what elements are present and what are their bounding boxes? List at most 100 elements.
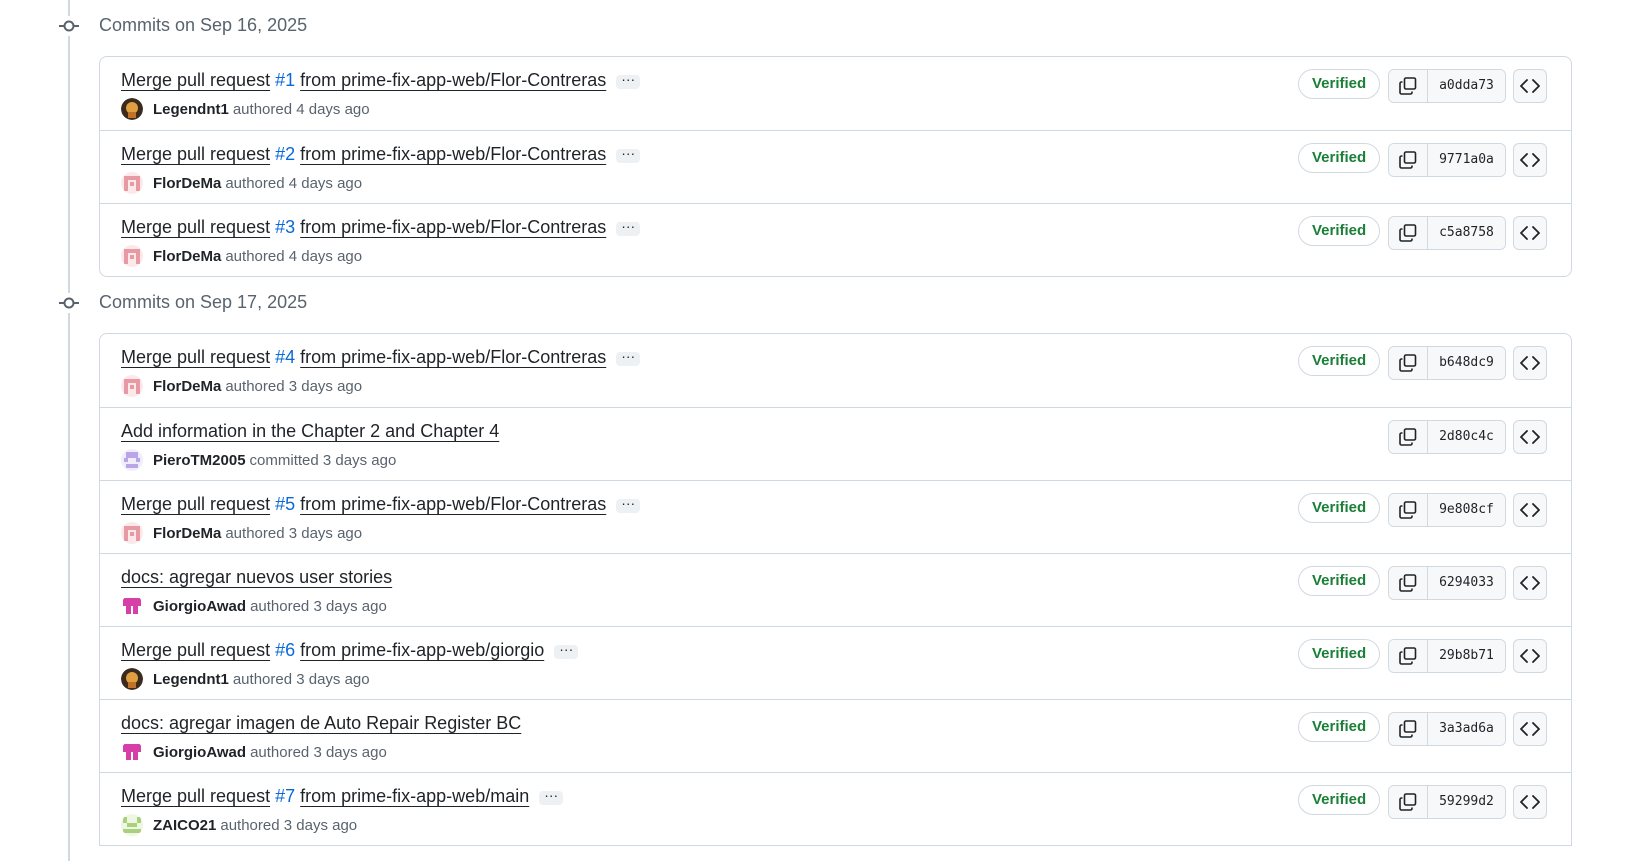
author-link[interactable]: FlorDeMa <box>153 525 221 542</box>
avatar-legendnt1-icon[interactable] <box>121 98 143 120</box>
browse-repository-button[interactable] <box>1513 216 1547 250</box>
browse-repository-button[interactable] <box>1513 143 1547 177</box>
code-icon <box>1520 78 1540 94</box>
verified-badge[interactable]: Verified <box>1298 639 1381 669</box>
commit-sha-link[interactable]: b648dc9 <box>1428 347 1505 379</box>
browse-repository-button[interactable] <box>1513 639 1547 673</box>
pull-request-link[interactable]: #3 <box>275 217 295 237</box>
commit-title-link[interactable]: Merge pull request <box>121 640 270 660</box>
commit-title-link[interactable]: Merge pull request <box>121 70 270 90</box>
verified-badge[interactable]: Verified <box>1298 785 1381 815</box>
author-link[interactable]: Legendnt1 <box>153 671 229 688</box>
expand-description-button[interactable]: ··· <box>616 146 641 163</box>
commit-title-link[interactable]: docs: agregar imagen de Auto Repair Regi… <box>121 713 521 733</box>
avatar-flordema-icon[interactable] <box>121 245 143 267</box>
commit-title-link-suffix[interactable]: from prime-fix-app-web/Flor-Contreras <box>300 144 606 164</box>
avatar-giorgio-icon[interactable] <box>121 595 143 617</box>
commit-sha-link[interactable]: c5a8758 <box>1428 217 1505 249</box>
expand-description-button[interactable]: ··· <box>616 349 641 366</box>
verified-badge[interactable]: Verified <box>1298 143 1381 173</box>
browse-repository-button[interactable] <box>1513 346 1547 380</box>
timeline-line <box>68 0 70 861</box>
copy-sha-button[interactable] <box>1389 713 1428 745</box>
copy-icon <box>1399 501 1417 519</box>
browse-repository-button[interactable] <box>1513 493 1547 527</box>
verified-badge[interactable]: Verified <box>1298 493 1381 523</box>
copy-sha-button[interactable] <box>1389 144 1428 176</box>
author-link[interactable]: FlorDeMa <box>153 248 221 265</box>
commit-meta: PieroTM2005 committed 3 days ago <box>121 449 396 471</box>
verified-badge[interactable]: Verified <box>1298 712 1381 742</box>
commit-title-link[interactable]: Merge pull request <box>121 144 270 164</box>
verified-badge[interactable]: Verified <box>1298 566 1381 596</box>
expand-description-button[interactable]: ··· <box>554 642 579 659</box>
commit-title-link-suffix[interactable]: from prime-fix-app-web/Flor-Contreras <box>300 347 606 367</box>
pull-request-link[interactable]: #4 <box>275 347 295 367</box>
commit-title-link[interactable]: Merge pull request <box>121 217 270 237</box>
copy-sha-button[interactable] <box>1389 567 1428 599</box>
commit-group-header: Commits on Sep 16, 2025 <box>0 0 1652 46</box>
verified-badge[interactable]: Verified <box>1298 346 1381 376</box>
commit-sha-group: 3a3ad6a <box>1388 712 1506 746</box>
commit-title-link[interactable]: Add information in the Chapter 2 and Cha… <box>121 421 499 441</box>
avatar-pierotm-icon[interactable] <box>121 449 143 471</box>
expand-description-button[interactable]: ··· <box>616 496 641 513</box>
commit-title-link[interactable]: Merge pull request <box>121 347 270 367</box>
commit-sha-link[interactable]: a0dda73 <box>1428 70 1505 102</box>
author-link[interactable]: FlorDeMa <box>153 378 221 395</box>
avatar-flordema-icon[interactable] <box>121 375 143 397</box>
commit-title-link[interactable]: docs: agregar nuevos user stories <box>121 567 392 587</box>
browse-repository-button[interactable] <box>1513 712 1547 746</box>
commit-title-link-suffix[interactable]: from prime-fix-app-web/giorgio <box>300 640 544 660</box>
author-link[interactable]: ZAICO21 <box>153 817 216 834</box>
author-link[interactable]: FlorDeMa <box>153 175 221 192</box>
pull-request-link[interactable]: #2 <box>275 144 295 164</box>
commit-meta: FlorDeMa authored 3 days ago <box>121 522 362 544</box>
commit-title-link-suffix[interactable]: from prime-fix-app-web/main <box>300 786 529 806</box>
commit-title-link-suffix[interactable]: from prime-fix-app-web/Flor-Contreras <box>300 70 606 90</box>
commit-sha-link[interactable]: 59299d2 <box>1428 786 1505 818</box>
author-link[interactable]: PieroTM2005 <box>153 452 246 469</box>
commit-sha-link[interactable]: 6294033 <box>1428 567 1505 599</box>
pull-request-link[interactable]: #1 <box>275 70 295 90</box>
commit-title-link-suffix[interactable]: from prime-fix-app-web/Flor-Contreras <box>300 494 606 514</box>
avatar-giorgio-icon[interactable] <box>121 741 143 763</box>
copy-icon <box>1399 574 1417 592</box>
avatar-zaico-icon[interactable] <box>121 814 143 836</box>
browse-repository-button[interactable] <box>1513 566 1547 600</box>
expand-description-button[interactable]: ··· <box>616 219 641 236</box>
copy-sha-button[interactable] <box>1389 640 1428 672</box>
commit-title-link[interactable]: Merge pull request <box>121 494 270 514</box>
commit-sha-link[interactable]: 29b8b71 <box>1428 640 1505 672</box>
copy-sha-button[interactable] <box>1389 786 1428 818</box>
verified-badge[interactable]: Verified <box>1298 69 1381 99</box>
expand-description-button[interactable]: ··· <box>539 788 564 805</box>
copy-sha-button[interactable] <box>1389 494 1428 526</box>
commit-action-time: authored 3 days ago <box>232 671 370 688</box>
copy-sha-button[interactable] <box>1389 347 1428 379</box>
avatar-flordema-icon[interactable] <box>121 172 143 194</box>
browse-repository-button[interactable] <box>1513 785 1547 819</box>
browse-repository-button[interactable] <box>1513 69 1547 103</box>
commit-sha-link[interactable]: 9771a0a <box>1428 144 1505 176</box>
copy-sha-button[interactable] <box>1389 70 1428 102</box>
browse-repository-button[interactable] <box>1513 420 1547 454</box>
pull-request-link[interactable]: #6 <box>275 640 295 660</box>
pull-request-link[interactable]: #5 <box>275 494 295 514</box>
commit-title-link[interactable]: Merge pull request <box>121 786 270 806</box>
author-link[interactable]: GiorgioAwad <box>153 744 246 761</box>
copy-sha-button[interactable] <box>1389 217 1428 249</box>
pull-request-link[interactable]: #7 <box>275 786 295 806</box>
commit-sha-link[interactable]: 9e808cf <box>1428 494 1505 526</box>
avatar-legendnt1-icon[interactable] <box>121 668 143 690</box>
commit-title-link-suffix[interactable]: from prime-fix-app-web/Flor-Contreras <box>300 217 606 237</box>
expand-description-button[interactable]: ··· <box>616 72 641 89</box>
commit-sha-link[interactable]: 2d80c4c <box>1428 421 1505 453</box>
copy-sha-button[interactable] <box>1389 421 1428 453</box>
commit-sha-link[interactable]: 3a3ad6a <box>1428 713 1505 745</box>
author-link[interactable]: Legendnt1 <box>153 101 229 118</box>
copy-icon <box>1399 224 1417 242</box>
verified-badge[interactable]: Verified <box>1298 216 1381 246</box>
avatar-flordema-icon[interactable] <box>121 522 143 544</box>
author-link[interactable]: GiorgioAwad <box>153 598 246 615</box>
